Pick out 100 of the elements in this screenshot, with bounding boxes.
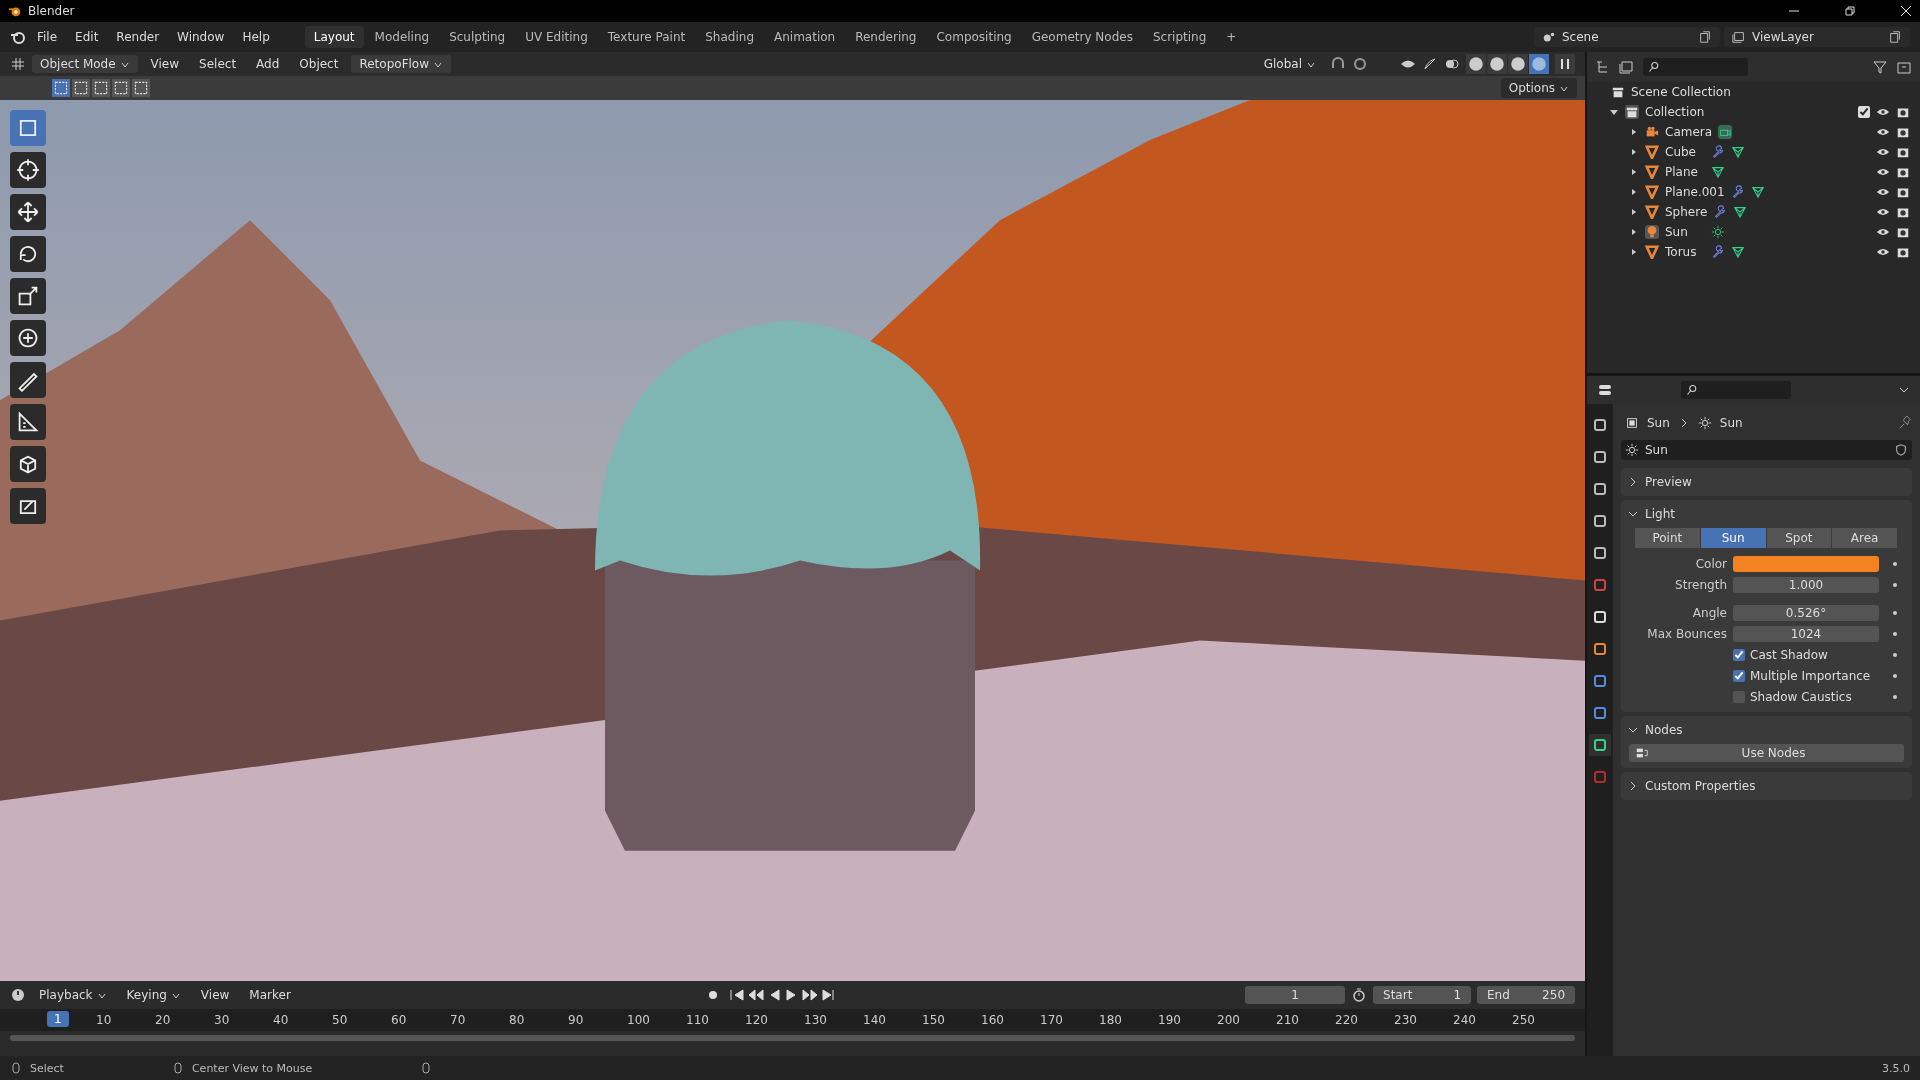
workspace-tab[interactable]: Sculpting — [440, 26, 515, 48]
number-field[interactable]: 0.526° — [1733, 605, 1879, 621]
panel-title[interactable]: Nodes — [1645, 723, 1683, 737]
disclosure-triangle-icon[interactable] — [1609, 107, 1619, 117]
copy-icon[interactable] — [1698, 30, 1712, 44]
stopwatch-icon[interactable] — [1351, 987, 1367, 1003]
pin-icon[interactable] — [1898, 416, 1912, 430]
keyframe-dot-icon[interactable] — [1893, 632, 1897, 636]
menu-item[interactable]: File — [30, 27, 65, 47]
options-dropdown[interactable]: Options — [1500, 78, 1577, 98]
light-type-tab[interactable]: Point — [1635, 528, 1701, 548]
mesh-data-icon[interactable] — [1733, 205, 1748, 219]
menu-item[interactable]: View — [143, 54, 187, 74]
mesh-data-icon[interactable] — [1750, 185, 1765, 199]
cursor-tool-icon[interactable] — [10, 152, 46, 188]
color-swatch[interactable] — [1733, 556, 1879, 572]
clock-icon[interactable] — [10, 987, 26, 1003]
restore-icon[interactable] — [1844, 5, 1856, 17]
select-mode-icon[interactable] — [72, 79, 90, 97]
panel-title[interactable]: Preview — [1645, 475, 1692, 489]
workspace-tab[interactable]: Compositing — [927, 26, 1021, 48]
select-mode-icon[interactable] — [112, 79, 130, 97]
move-tool-icon[interactable] — [10, 194, 46, 230]
menu-item[interactable]: Edit — [68, 27, 106, 47]
menu-item[interactable]: Object — [292, 54, 346, 74]
menu-item[interactable]: Add — [249, 54, 287, 74]
outliner-item[interactable]: Scene Collection — [1631, 85, 1731, 99]
copy-icon[interactable] — [1888, 30, 1902, 44]
checkbox[interactable] — [1733, 649, 1745, 661]
camera-data-icon[interactable] — [1718, 125, 1733, 139]
end-frame-field[interactable]: End 250 — [1477, 986, 1575, 1004]
search-field[interactable] — [1643, 58, 1748, 76]
menu-item[interactable]: Render — [109, 27, 167, 47]
outliner-item[interactable]: Sun — [1665, 225, 1705, 239]
outliner-item[interactable]: Sphere — [1665, 205, 1708, 219]
select-mode-icon[interactable] — [52, 79, 70, 97]
close-icon[interactable] — [1900, 5, 1912, 17]
panel-title[interactable]: Custom Properties — [1645, 779, 1756, 793]
frame-field[interactable]: 1 — [1245, 986, 1345, 1004]
keyframe-dot-icon[interactable] — [1893, 583, 1897, 587]
workspace-tab[interactable]: Layout — [304, 26, 364, 48]
workspace-tab[interactable]: Scripting — [1143, 26, 1216, 48]
menu-item[interactable]: View — [193, 985, 237, 1005]
shading-mode-icon[interactable] — [1508, 54, 1528, 74]
menu-item[interactable]: Playback — [32, 985, 114, 1005]
sun-icon[interactable] — [1711, 225, 1725, 239]
scrollbar[interactable] — [10, 1035, 1575, 1041]
annotate-tool-icon[interactable] — [10, 362, 46, 398]
scale-tool-icon[interactable] — [10, 278, 46, 314]
outliner-item[interactable]: Torus — [1665, 245, 1705, 259]
mode-dropdown[interactable]: Object Mode — [32, 55, 138, 73]
proportional-edit-icon[interactable] — [1352, 56, 1368, 72]
use-nodes-button[interactable]: Use Nodes — [1629, 744, 1904, 762]
number-field[interactable]: 1.000 — [1733, 577, 1879, 593]
wrench-icon[interactable] — [1730, 185, 1745, 199]
wrench-icon[interactable] — [1711, 145, 1725, 159]
menu-item[interactable]: Window — [170, 27, 232, 47]
filter-icon[interactable] — [1872, 59, 1888, 75]
outliner-item[interactable]: Camera — [1665, 125, 1713, 139]
outliner-item[interactable]: Plane — [1665, 165, 1705, 179]
workspace-tab[interactable]: Rendering — [846, 26, 926, 48]
transform-tool-icon[interactable] — [10, 320, 46, 356]
menu-item[interactable]: Select — [192, 54, 244, 74]
search-field[interactable] — [1681, 381, 1791, 399]
measure-tool-icon[interactable] — [10, 404, 46, 440]
shield-icon[interactable] — [1894, 443, 1908, 457]
keyframe-dot-icon[interactable] — [1893, 562, 1897, 566]
image-stack-icon[interactable] — [1619, 59, 1635, 75]
checkbox[interactable] — [1733, 691, 1745, 703]
mesh-data-icon[interactable] — [1711, 165, 1725, 179]
workspace-tab[interactable]: Animation — [765, 26, 845, 48]
menu-item[interactable]: Keying — [119, 985, 188, 1005]
blender-menu-icon[interactable] — [10, 29, 26, 45]
keyframe-dot-icon[interactable] — [1893, 611, 1897, 615]
sun-icon[interactable] — [1625, 443, 1639, 457]
outliner-item[interactable]: Collection — [1645, 105, 1705, 119]
shading-mode-icon[interactable] — [1487, 54, 1507, 74]
keyframe-dot-icon[interactable] — [1893, 674, 1897, 678]
extrude-tool-icon[interactable] — [10, 488, 46, 524]
select-tool-icon[interactable] — [10, 110, 46, 146]
addon-dropdown[interactable]: RetopoFlow — [351, 55, 452, 73]
checkbox[interactable] — [1858, 106, 1870, 118]
editor-type-icon[interactable] — [1597, 382, 1613, 398]
select-mode-icon[interactable] — [132, 79, 150, 97]
pause-icon[interactable] — [1555, 54, 1575, 74]
keyframe-dot-icon[interactable] — [1893, 653, 1897, 657]
workspace-tab[interactable]: Modeling — [365, 26, 439, 48]
light-type-tab[interactable]: Area — [1832, 528, 1898, 548]
keyframe-dot-icon[interactable] — [1893, 695, 1897, 699]
outliner-item[interactable]: Cube — [1665, 145, 1705, 159]
shading-mode-icon[interactable] — [1466, 54, 1486, 74]
workspace-tab[interactable]: UV Editing — [516, 26, 597, 48]
wrench-icon[interactable] — [1711, 245, 1725, 259]
menu-item[interactable]: Marker — [242, 985, 298, 1005]
number-field[interactable]: 1024 — [1733, 626, 1879, 642]
outliner-item[interactable]: Plane.001 — [1665, 185, 1725, 199]
workspace-tab[interactable]: Geometry Nodes — [1022, 26, 1142, 48]
scene-selector[interactable]: Scene — [1534, 27, 1720, 47]
workspace-tab[interactable]: + — [1217, 26, 1246, 48]
menu-item[interactable]: Help — [235, 27, 277, 47]
